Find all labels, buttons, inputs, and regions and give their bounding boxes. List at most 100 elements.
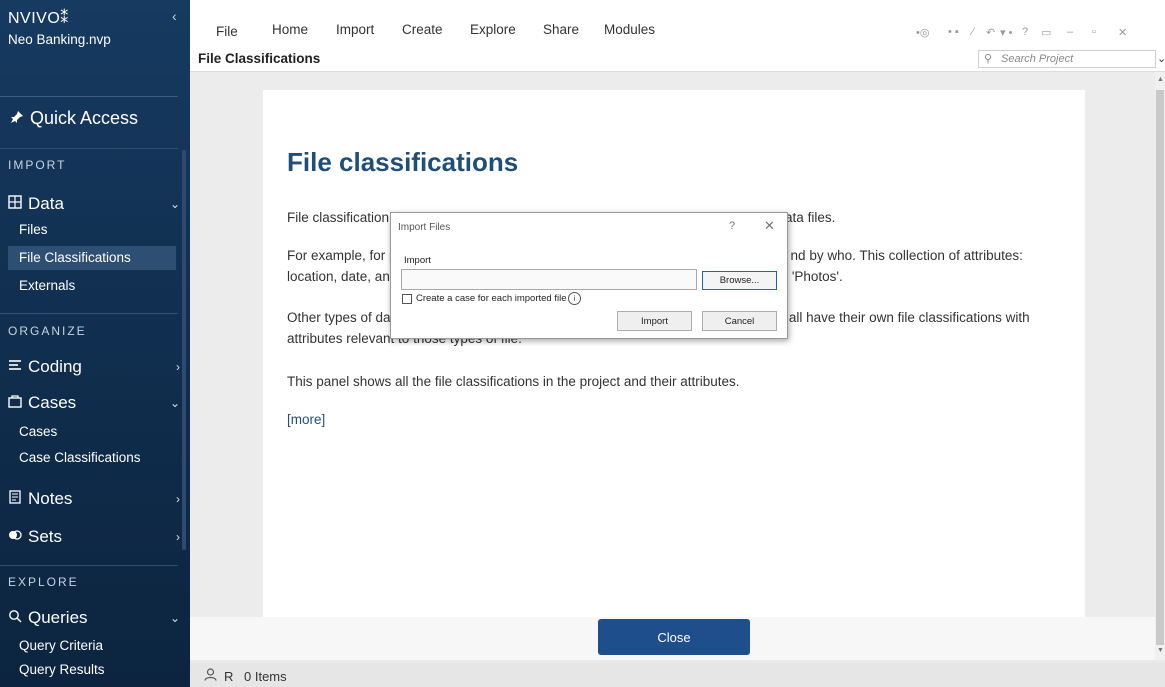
quick-access-label: Quick Access	[30, 108, 139, 128]
feedback-icon[interactable]: ▭	[1041, 26, 1051, 39]
undo-icon[interactable]: ↶	[986, 26, 995, 39]
menu-bar: File Home Import Create Explore Share Mo…	[190, 0, 1165, 46]
divider	[0, 96, 178, 97]
sidebar-group-queries[interactable]: Queries ⌄	[8, 608, 180, 628]
help-button[interactable]: ?	[729, 220, 735, 232]
collapse-sidebar-button[interactable]: ‹	[172, 8, 177, 24]
import-button[interactable]: Import	[617, 311, 692, 331]
sidebar-item-cases[interactable]: Cases	[8, 420, 176, 444]
divider	[0, 148, 178, 149]
sidebar-item-query-criteria[interactable]: Query Criteria	[8, 634, 176, 658]
sidebar-item-file-classifications[interactable]: File Classifications	[8, 246, 176, 270]
cancel-button[interactable]: Cancel	[702, 311, 777, 331]
sidebar-group-label: Notes	[28, 489, 73, 508]
scroll-down-icon[interactable]: ▼	[1157, 647, 1164, 654]
help-icon[interactable]: ?	[1022, 26, 1028, 38]
minimize-icon[interactable]: –	[1067, 26, 1073, 38]
dialog-title: Import Files	[398, 222, 451, 233]
dialog-close-icon[interactable]: ✕	[764, 218, 775, 234]
edit-icon[interactable]: ⁄	[972, 26, 974, 38]
menu-explore[interactable]: Explore	[470, 22, 516, 37]
app-logo: NVIVO⁑	[8, 8, 69, 28]
save-icon[interactable]: • ▪	[948, 26, 959, 38]
paragraph: This panel shows all the file classifica…	[287, 374, 740, 389]
status-bar: R 0 Items	[190, 663, 1165, 687]
sidebar-item-files[interactable]: Files	[8, 218, 176, 242]
chevron-down-icon: ⌄	[169, 197, 180, 211]
divider	[0, 313, 178, 314]
sidebar-item-query-results[interactable]: Query Results	[8, 658, 176, 682]
customize-icon[interactable]: ▾ •	[1000, 26, 1012, 39]
text-fragment: ata files.	[785, 210, 836, 225]
search-placeholder: Search Project	[1001, 53, 1074, 65]
sidebar-item-externals[interactable]: Externals	[8, 274, 176, 298]
coding-icon	[8, 357, 22, 377]
text-fragment: For example, for p	[287, 248, 397, 263]
chevron-down-icon: ⌄	[169, 396, 180, 410]
project-name: Neo Banking.nvp	[8, 32, 111, 47]
text-fragment: File classification	[287, 210, 390, 225]
info-icon[interactable]: i	[568, 292, 581, 305]
sidebar-group-cases[interactable]: Cases ⌄	[8, 393, 180, 413]
sidebar-group-notes[interactable]: Notes ›	[8, 489, 180, 509]
menu-share[interactable]: Share	[543, 22, 579, 37]
section-import: IMPORT	[8, 158, 67, 172]
divider	[0, 565, 178, 566]
scroll-thumb[interactable]	[1156, 90, 1164, 645]
quick-access-button[interactable]: Quick Access	[10, 108, 138, 129]
sidebar-group-label: Sets	[28, 527, 63, 546]
sidebar-group-coding[interactable]: Coding ›	[8, 357, 180, 377]
search-input[interactable]: ⚲ Search Project	[978, 50, 1156, 68]
import-field-label: Import	[404, 255, 431, 266]
import-files-dialog: Import Files ? ✕ Import Browse... Create…	[390, 212, 788, 339]
text-fragment: n all have their own file classification…	[777, 310, 1030, 325]
close-window-icon[interactable]: ✕	[1118, 26, 1127, 39]
text-fragment: location, date, an	[287, 269, 390, 284]
cases-icon	[8, 393, 22, 413]
sidebar-group-label: Cases	[28, 393, 77, 412]
info-card: File classifications File classification…	[263, 90, 1085, 617]
close-button[interactable]: Close	[598, 619, 750, 655]
section-organize: ORGANIZE	[8, 324, 87, 338]
status-items: 0 Items	[244, 669, 287, 684]
menu-home[interactable]: Home	[272, 22, 308, 37]
chevron-right-icon: ›	[176, 530, 180, 544]
restore-icon[interactable]: ▫	[1092, 26, 1096, 38]
user-icon	[204, 668, 217, 684]
menu-modules[interactable]: Modules	[604, 22, 655, 37]
import-path-input[interactable]	[401, 269, 697, 290]
browse-button[interactable]: Browse...	[702, 271, 777, 290]
menu-create[interactable]: Create	[402, 22, 443, 37]
scroll-up-icon[interactable]: ▲	[1157, 76, 1164, 83]
sidebar: NVIVO⁑ ‹ Neo Banking.nvp Quick Access IM…	[0, 0, 190, 687]
sidebar-group-label: Queries	[28, 608, 88, 627]
sync-icon[interactable]: •◎	[916, 26, 929, 39]
sets-icon	[8, 527, 22, 547]
sidebar-item-case-classifications[interactable]: Case Classifications	[8, 446, 176, 470]
create-case-checkbox[interactable]	[402, 294, 412, 304]
text-fragment: Other types of da	[287, 310, 391, 325]
menu-file[interactable]: File	[216, 24, 238, 39]
more-link[interactable]: [more]	[287, 409, 325, 430]
menu-import[interactable]: Import	[336, 22, 374, 37]
data-icon	[8, 194, 22, 214]
chevron-right-icon: ›	[176, 492, 180, 506]
sidebar-group-sets[interactable]: Sets ›	[8, 527, 180, 547]
section-explore: EXPLORE	[8, 575, 79, 589]
sidebar-group-data[interactable]: Data ⌄	[8, 194, 180, 214]
chevron-down-icon[interactable]: ⌄	[1157, 52, 1165, 65]
view-header: File Classifications ⚲ Search Project ⌄	[190, 46, 1165, 72]
brand-text: NVIVO	[8, 10, 61, 27]
sidebar-scrollbar[interactable]	[182, 150, 186, 550]
brand-mark-icon: ⁑	[60, 10, 69, 27]
chevron-right-icon: ›	[176, 360, 180, 374]
create-case-label: Create a case for each imported file	[416, 293, 567, 304]
search-icon	[8, 608, 22, 628]
notes-icon	[8, 489, 22, 509]
page-heading: File classifications	[287, 147, 519, 177]
pin-icon	[10, 108, 24, 129]
sidebar-group-label: Coding	[28, 357, 82, 376]
chevron-down-icon: ⌄	[169, 611, 180, 625]
text-fragment: nd by who. This collection of attributes…	[790, 248, 1023, 263]
content-scrollbar[interactable]: ▲ ▼	[1155, 72, 1165, 660]
